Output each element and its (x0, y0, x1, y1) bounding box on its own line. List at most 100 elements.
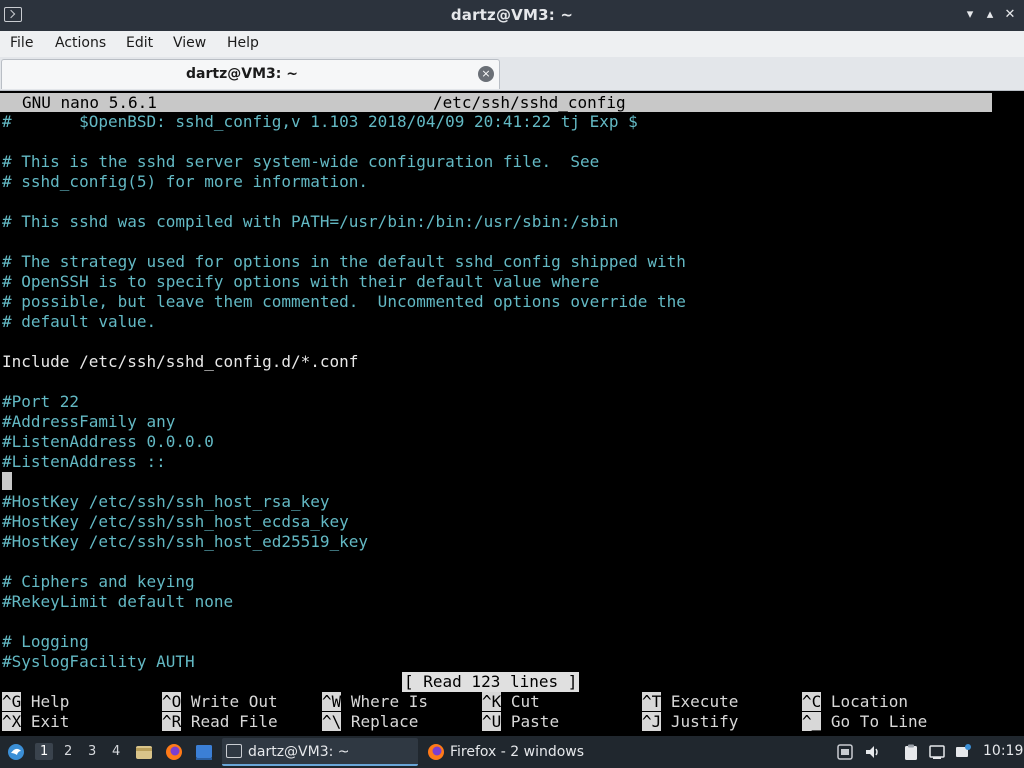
menu-view[interactable]: View (173, 35, 206, 51)
shortcut-key: ^J (642, 712, 662, 731)
editor-line: Include /etc/ssh/sshd_config.d/*.conf (2, 352, 359, 371)
workspace-3[interactable]: 3 (88, 744, 96, 759)
menu-help[interactable]: Help (227, 35, 259, 51)
network-icon[interactable] (928, 743, 946, 761)
window-title: dartz@VM3: ~ (450, 6, 574, 24)
file-manager-icon[interactable] (134, 742, 154, 762)
terminal-icon (226, 744, 242, 758)
shortcut-help[interactable]: ^G Help (2, 692, 69, 712)
close-window-button[interactable]: ✕ (1000, 5, 1020, 25)
editor-line: #SyslogFacility AUTH (2, 652, 195, 671)
shortcut-label: Help (30, 692, 70, 711)
nano-status-message: [ Read 123 lines ] (402, 672, 580, 692)
shortcut-key: ^X (2, 712, 22, 731)
shortcut-label: Where Is (350, 692, 428, 711)
task-terminal-label: dartz@VM3: ~ (248, 744, 350, 760)
text-cursor (2, 472, 12, 490)
editor-line: # Logging (2, 632, 89, 651)
editor-line: # The strategy used for options in the d… (2, 252, 686, 271)
editor-line: # possible, but leave them commented. Un… (2, 292, 686, 311)
shortcut-label: Location (830, 692, 908, 711)
editor-line: # This sshd was compiled with PATH=/usr/… (2, 212, 619, 231)
menu-file[interactable]: File (10, 35, 33, 51)
shortcut-label: Read File (190, 712, 278, 731)
start-menu-icon[interactable] (6, 742, 26, 762)
editor-line: # Ciphers and keying (2, 572, 195, 591)
shortcut-replace[interactable]: ^\ Replace (322, 712, 418, 732)
shortcut-execute[interactable]: ^T Execute (642, 692, 738, 712)
editor-line: #HostKey /etc/ssh/ssh_host_ed25519_key (2, 532, 369, 551)
firefox-launcher-icon[interactable] (164, 742, 184, 762)
workspace-4[interactable]: 4 (112, 744, 120, 759)
shortcut-exit[interactable]: ^X Exit (2, 712, 69, 732)
shortcut-label: Execute (670, 692, 739, 711)
speaker-icon[interactable] (864, 743, 882, 761)
shortcut-cut[interactable]: ^K Cut (482, 692, 540, 712)
editor-buffer[interactable]: # $OpenBSD: sshd_config,v 1.103 2018/04/… (2, 112, 686, 672)
editor-line: #ListenAddress 0.0.0.0 (2, 432, 214, 451)
shortcut-read-file[interactable]: ^R Read File (162, 712, 278, 732)
workspace-2[interactable]: 2 (64, 744, 72, 759)
nano-header-bar: GNU nano 5.6.1 /etc/ssh/sshd_config (0, 93, 992, 112)
shortcut-key: ^_ (802, 712, 822, 731)
shortcut-label: Write Out (190, 692, 278, 711)
editor-line: # sshd_config(5) for more information. (2, 172, 369, 191)
shortcut-key: ^G (2, 692, 22, 711)
firefox-icon (428, 744, 444, 760)
shortcut-label: Cut (510, 692, 540, 711)
editor-line: # default value. (2, 312, 157, 331)
menu-actions[interactable]: Actions (55, 35, 106, 51)
shortcut-justify[interactable]: ^J Justify (642, 712, 738, 732)
tab-bar: dartz@VM3: ~ × (0, 57, 1024, 91)
shortcut-label: Go To Line (830, 712, 928, 731)
tab-label: dartz@VM3: ~ (186, 66, 298, 82)
maximize-button[interactable]: ▴ (980, 5, 1000, 25)
window-titlebar[interactable]: dartz@VM3: ~ ▾ ▴ ✕ (0, 0, 1024, 31)
editor-line: # OpenSSH is to specify options with the… (2, 272, 600, 291)
clipboard-icon[interactable] (902, 743, 920, 761)
task-firefox[interactable]: Firefox - 2 windows (424, 738, 620, 766)
close-tab-icon[interactable]: × (478, 66, 494, 82)
shortcut-label: Paste (510, 712, 560, 731)
shortcut-key: ^C (802, 692, 822, 711)
shortcut-go-to-line[interactable]: ^_ Go To Line (802, 712, 927, 732)
shortcut-label: Replace (350, 712, 419, 731)
workspace-1[interactable]: 1 (35, 743, 54, 760)
editor-line: #Port 22 (2, 392, 80, 411)
terminal-tab[interactable]: dartz@VM3: ~ × (1, 59, 500, 89)
editor-line: #RekeyLimit default none (2, 592, 234, 611)
show-desktop-icon[interactable] (194, 742, 214, 762)
editor-line: # This is the sshd server system-wide co… (2, 152, 600, 171)
shortcut-label: Justify (670, 712, 739, 731)
minimize-button[interactable]: ▾ (960, 5, 980, 25)
terminal-view[interactable]: GNU nano 5.6.1 /etc/ssh/sshd_config # $O… (0, 91, 1024, 736)
shortcut-where-is[interactable]: ^W Where Is (322, 692, 428, 712)
task-firefox-label: Firefox - 2 windows (450, 744, 585, 760)
nano-filename: /etc/ssh/sshd_config (433, 93, 626, 112)
shortcut-write-out[interactable]: ^O Write Out (162, 692, 278, 712)
clock[interactable]: 10:19 (983, 743, 1023, 759)
menu-bar: File Actions Edit View Help (0, 31, 1024, 57)
shortcut-paste[interactable]: ^U Paste (482, 712, 559, 732)
editor-line: #HostKey /etc/ssh/ssh_host_rsa_key (2, 492, 330, 511)
notification-icon[interactable] (954, 743, 972, 761)
task-terminal[interactable]: dartz@VM3: ~ (222, 738, 418, 766)
editor-line: # $OpenBSD: sshd_config,v 1.103 2018/04/… (2, 112, 638, 131)
editor-line: #ListenAddress :: (2, 452, 166, 471)
shortcut-key: ^K (482, 692, 502, 711)
shortcut-label: Exit (30, 712, 70, 731)
nano-version: GNU nano 5.6.1 (22, 93, 157, 112)
shortcut-key: ^U (482, 712, 502, 731)
taskbar-panel: 1 2 3 4 dartz@VM3: ~ Firefox - 2 windows (0, 736, 1024, 768)
menu-edit[interactable]: Edit (126, 35, 153, 51)
shortcut-location[interactable]: ^C Location (802, 692, 908, 712)
volume-slider-icon[interactable] (836, 743, 854, 761)
editor-line: #AddressFamily any (2, 412, 176, 431)
